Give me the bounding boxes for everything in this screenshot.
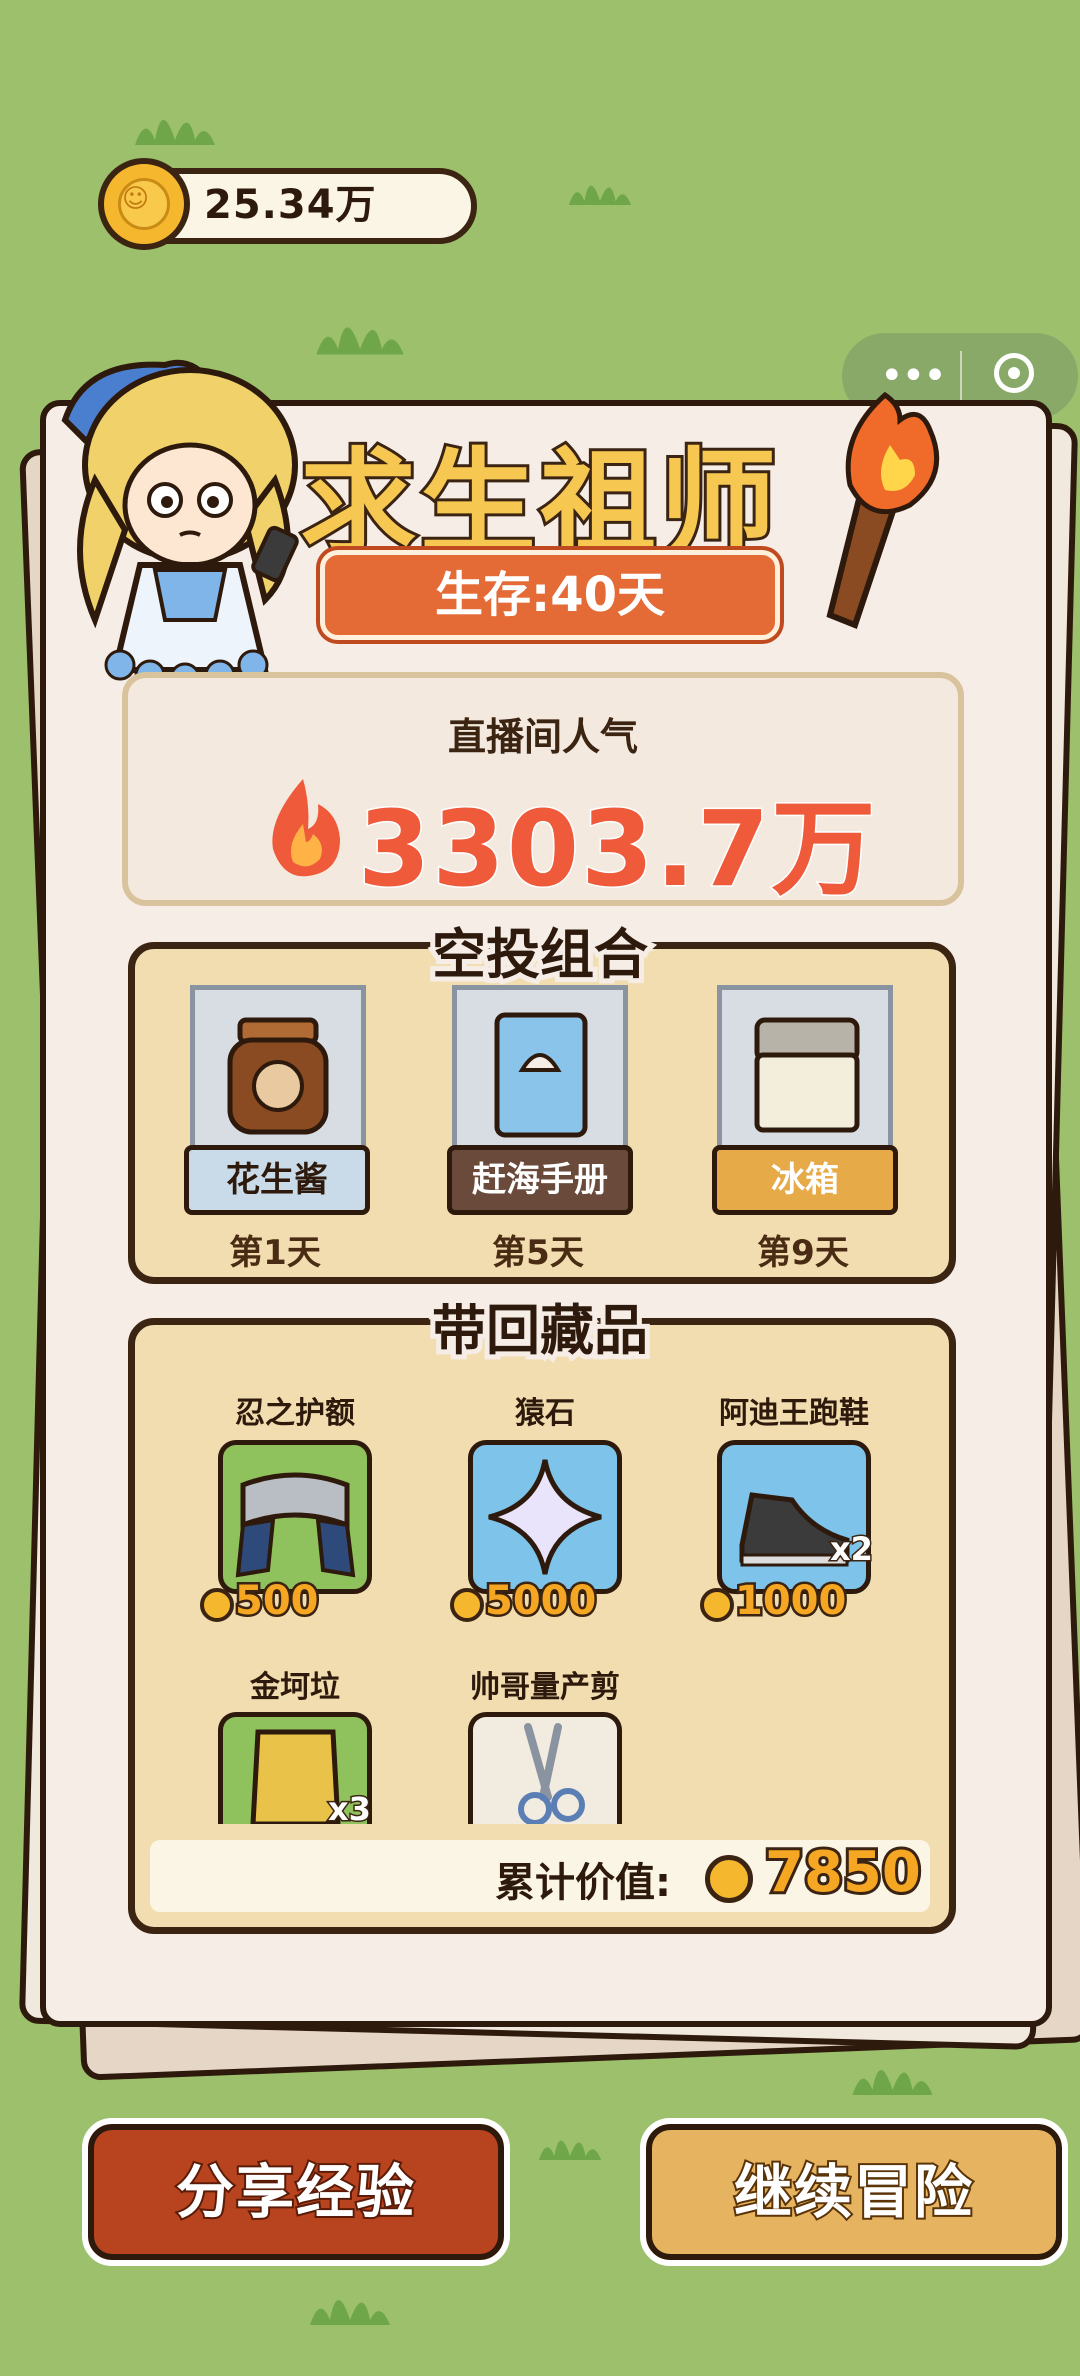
collection-item-name: 忍之护额	[235, 1396, 355, 1431]
collection-item-price: 500	[233, 1576, 321, 1627]
airdrop-item-label: 赶海手册	[447, 1145, 633, 1215]
grass-tuft-icon	[135, 120, 215, 145]
total-value-label: 累计价值:	[495, 1860, 671, 1906]
popularity-label: 直播间人气	[447, 715, 638, 759]
character-avatar-icon	[61, 359, 299, 717]
airdrop-item-day: 第9天	[757, 1233, 849, 1273]
airdrop-item-card[interactable]	[190, 985, 366, 1161]
collection-item-name: 阿迪王跑鞋	[719, 1396, 869, 1431]
handbook-icon	[494, 1012, 588, 1138]
coin-icon	[450, 1588, 484, 1622]
grass-tuft-icon	[568, 185, 632, 205]
peanut-butter-jar-icon	[227, 1017, 329, 1135]
fire-icon	[272, 779, 340, 877]
collection-item-price: 1000	[732, 1576, 848, 1627]
grass-tuft-icon	[310, 2300, 390, 2325]
collection-item-card[interactable]	[468, 1440, 622, 1594]
collection-item-name: 金坷垃	[250, 1670, 340, 1705]
collection-item-quantity: x3	[327, 1789, 373, 1830]
airdrop-item-card[interactable]	[452, 985, 628, 1161]
airdrop-item-label: 花生酱	[184, 1145, 370, 1215]
collection-item-card[interactable]	[717, 1440, 871, 1594]
grass-tuft-icon	[852, 2070, 933, 2095]
collection-item-quantity: x2	[829, 1529, 875, 1570]
coin-icon	[705, 1855, 753, 1903]
total-value-amount: 7850	[762, 1837, 924, 1908]
target-icon[interactable]	[994, 353, 1034, 393]
popularity-value: 3303.7万	[356, 787, 878, 912]
grass-tuft-icon	[316, 327, 404, 355]
collection-item-price: 5000	[482, 1576, 598, 1627]
ninja-headband-icon	[235, 1472, 356, 1578]
survival-days-badge: 生存:40天	[320, 550, 780, 640]
coin-icon	[700, 1588, 734, 1622]
collection-item-card[interactable]	[468, 1712, 622, 1826]
airdrop-title: 空投组合	[427, 918, 653, 991]
coin-icon: ☺	[98, 158, 190, 250]
coin-icon	[200, 1588, 234, 1622]
continue-adventure-button[interactable]: 继续冒险	[640, 2118, 1068, 2266]
share-experience-button[interactable]: 分享经验	[82, 2118, 510, 2266]
collection-item-name: 帅哥量产剪	[470, 1670, 620, 1705]
airdrop-item-day: 第1天	[229, 1233, 321, 1273]
scissors-icon	[518, 1723, 585, 1826]
collection-title: 带回藏品	[427, 1294, 653, 1367]
coin-amount: 25.34万	[204, 182, 377, 228]
collection-item-card[interactable]	[218, 1440, 372, 1594]
airdrop-item-day: 第5天	[492, 1233, 584, 1273]
popularity-box: 直播间人气 3303.7万	[122, 672, 964, 912]
grass-tuft-icon	[538, 2140, 602, 2160]
collection-item-name: 猿石	[515, 1396, 575, 1431]
fridge-icon	[754, 1017, 860, 1133]
airdrop-item-label: 冰箱	[712, 1145, 898, 1215]
star-crystal-icon	[488, 1459, 602, 1575]
airdrop-item-card[interactable]	[717, 985, 893, 1161]
torch-icon	[826, 391, 940, 629]
